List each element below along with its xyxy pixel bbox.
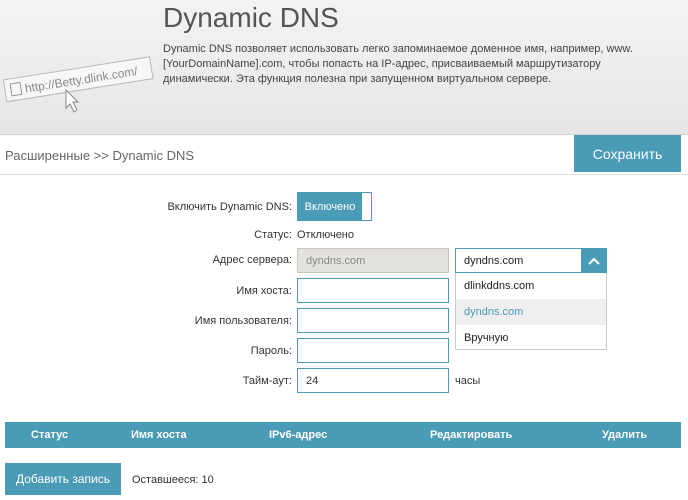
- username-label: Имя пользователя:: [194, 315, 292, 327]
- password-input[interactable]: [297, 338, 449, 363]
- server-option-manual[interactable]: Вручную: [456, 325, 606, 351]
- password-label: Пароль:: [250, 345, 292, 357]
- records-table-header: Статус Имя хоста IPv6-адрес Редактироват…: [5, 422, 681, 448]
- page-header: http://Betty.dlink.com/ Dynamic DNS Dyna…: [0, 0, 688, 135]
- server-option-dyndns[interactable]: dyndns.com: [456, 299, 606, 325]
- timeout-input[interactable]: 24: [297, 368, 449, 393]
- chevron-up-icon[interactable]: [581, 249, 606, 272]
- status-value: Отключено: [297, 229, 354, 241]
- column-ipv6-address: IPv6-адрес: [269, 429, 328, 441]
- server-address-label: Адрес сервера:: [212, 254, 292, 266]
- breadcrumb: Расширенные >> Dynamic DNS: [5, 148, 195, 163]
- timeout-label: Тайм-аут:: [242, 375, 292, 387]
- page-description: Dynamic DNS позволяет использовать легко…: [163, 43, 633, 85]
- server-option-dlinkddns[interactable]: dlinkddns.com: [456, 273, 606, 299]
- remaining-count: Оставшееся: 10: [132, 474, 214, 486]
- username-input[interactable]: [297, 308, 449, 333]
- timeout-unit: часы: [455, 375, 481, 387]
- add-record-button[interactable]: Добавить запись: [5, 463, 121, 495]
- server-select[interactable]: dyndns.com: [455, 248, 607, 273]
- column-status: Статус: [31, 429, 69, 441]
- column-delete: Удалить: [602, 429, 648, 441]
- page-title: Dynamic DNS: [163, 2, 339, 33]
- status-label: Статус:: [254, 229, 292, 241]
- enable-ddns-toggle[interactable]: Включено: [297, 192, 372, 221]
- toggle-on-state: Включено: [298, 193, 362, 220]
- save-button[interactable]: Сохранить: [574, 135, 681, 172]
- server-options-list: dlinkddns.com dyndns.com Вручную: [455, 273, 607, 350]
- url-illustration-icon: http://Betty.dlink.com/: [2, 56, 154, 113]
- column-host-name: Имя хоста: [131, 429, 187, 441]
- enable-ddns-label: Включить Dynamic DNS:: [167, 201, 292, 213]
- host-name-label: Имя хоста:: [236, 285, 292, 297]
- server-address-field: dyndns.com: [297, 248, 449, 273]
- server-select-value: dyndns.com: [464, 255, 524, 267]
- host-name-input[interactable]: [297, 278, 449, 303]
- column-edit: Редактировать: [430, 429, 513, 441]
